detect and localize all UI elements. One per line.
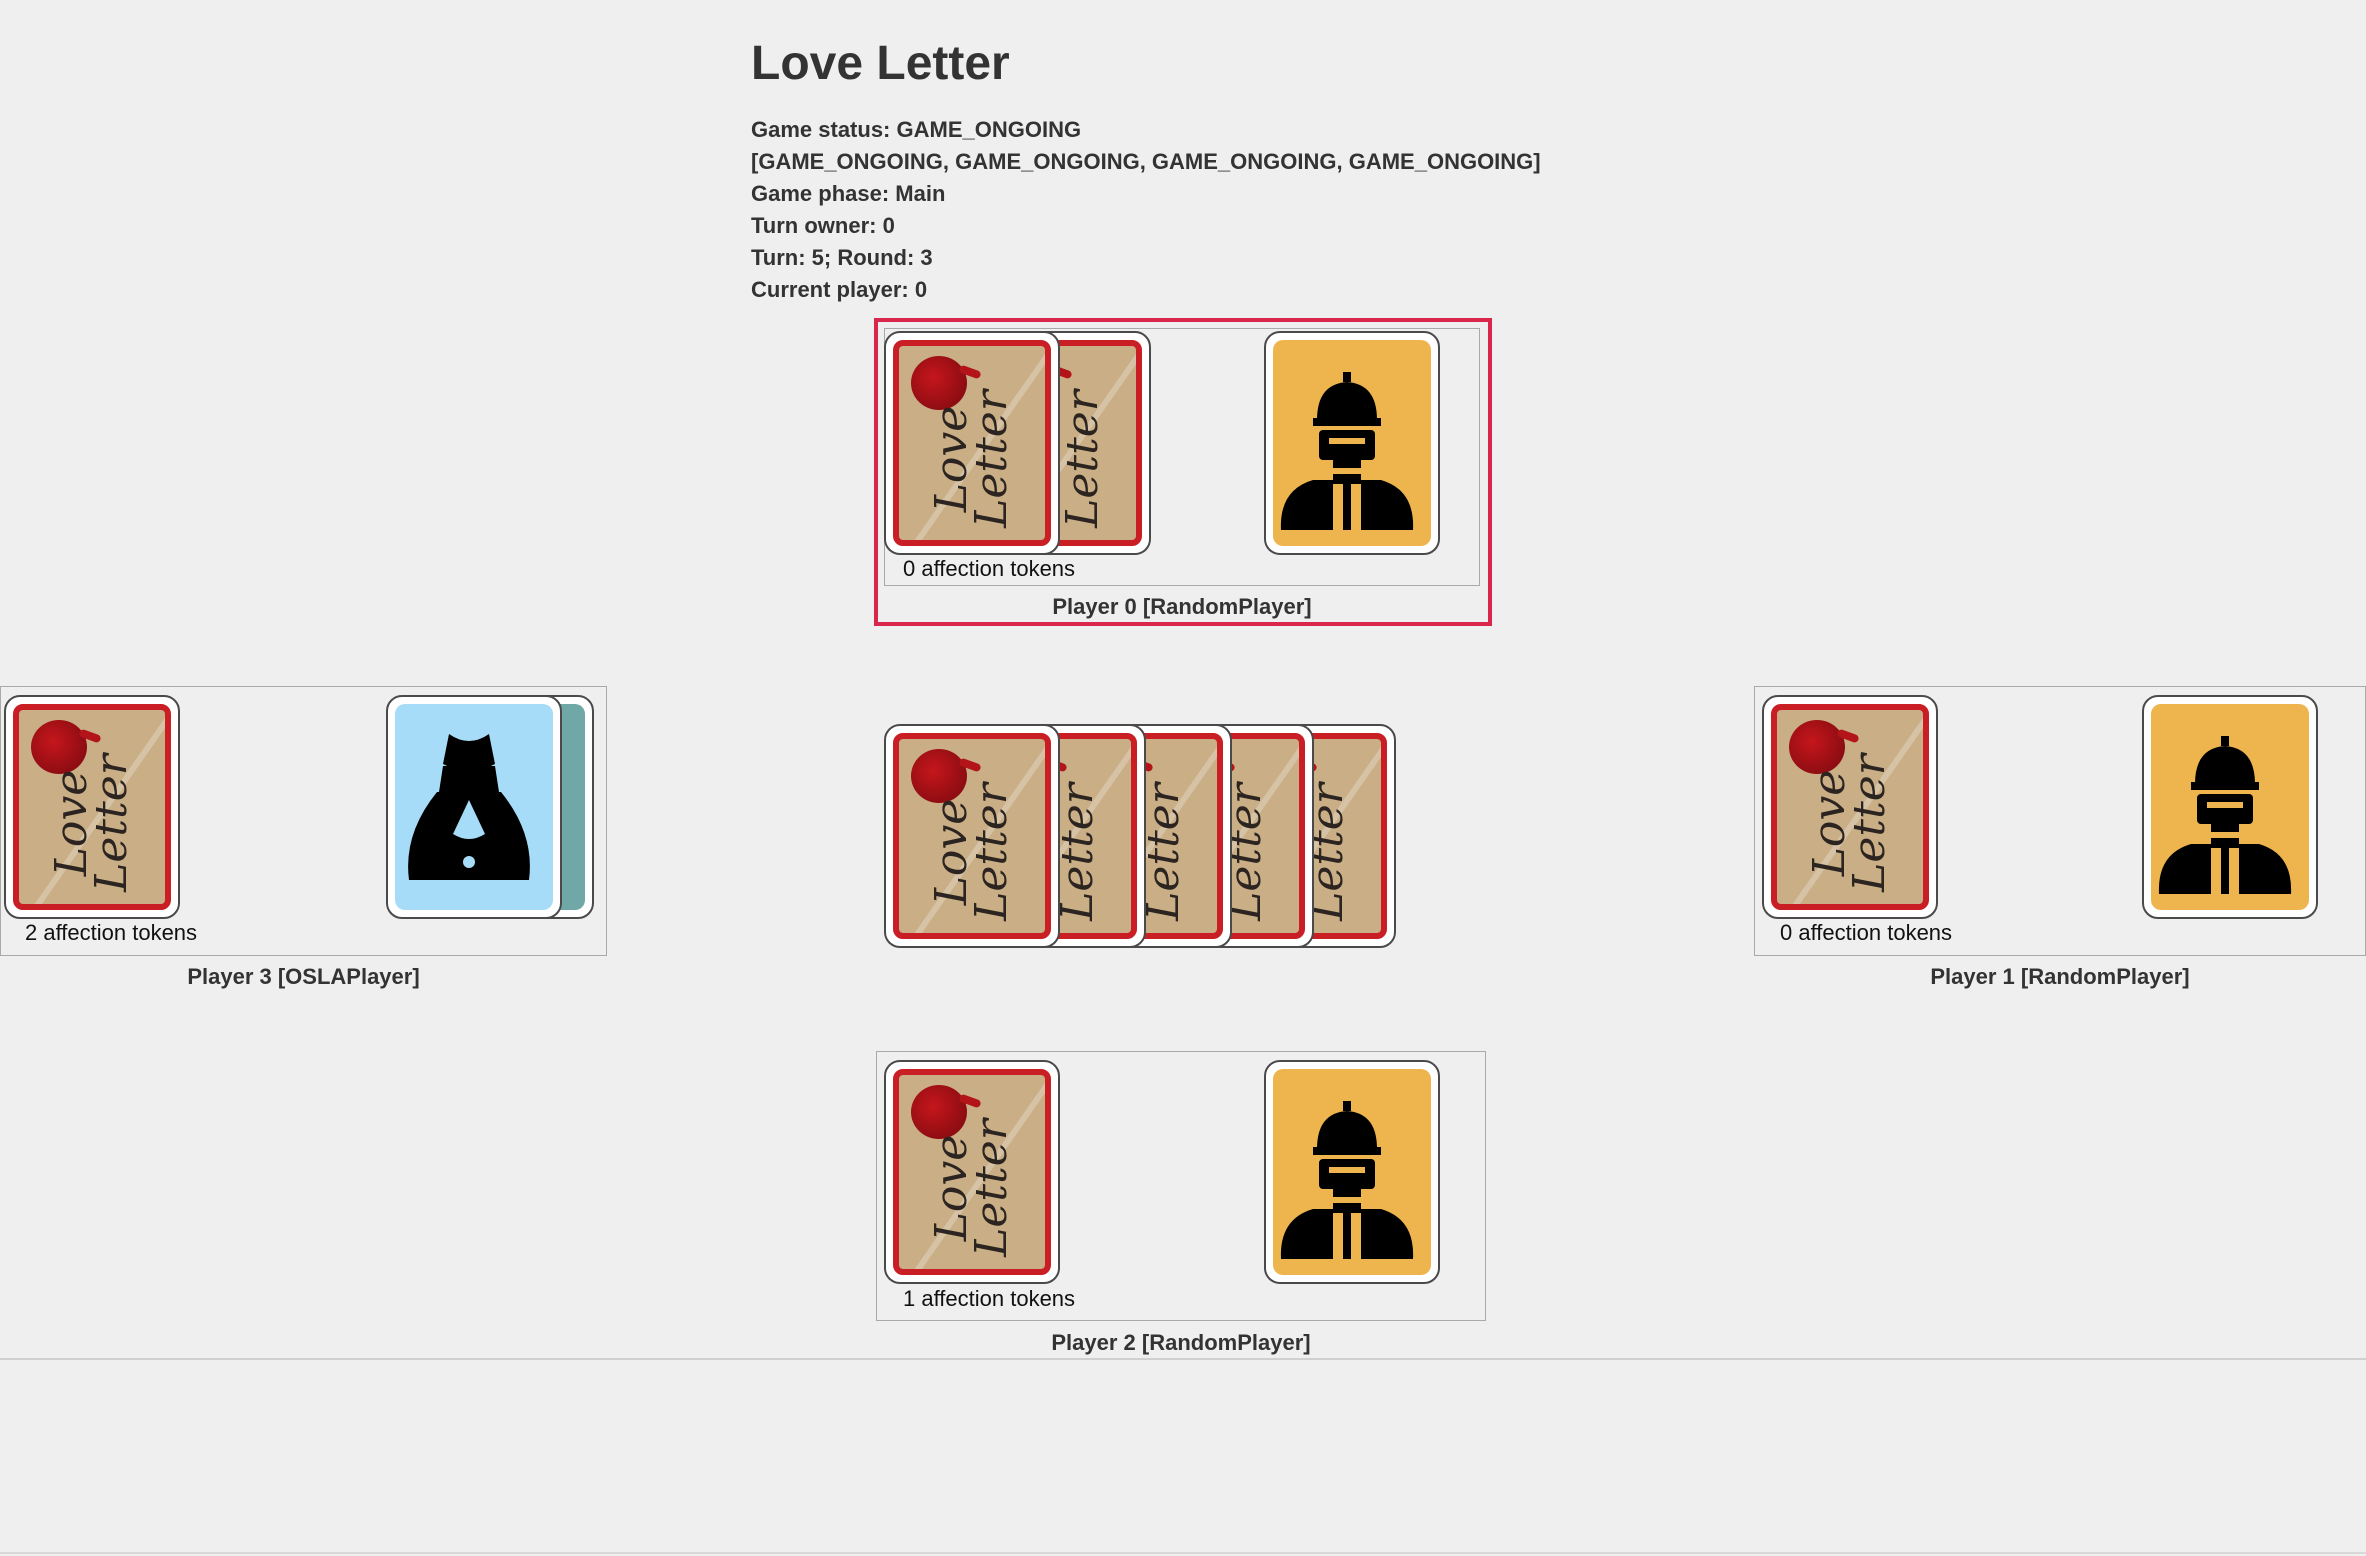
guard-icon: [1280, 372, 1414, 530]
player-3-hand-card[interactable]: Love Letter: [4, 695, 180, 919]
turn-round: Turn: 5; Round: 3: [751, 245, 933, 270]
player-2-tokens: 1 affection tokens: [903, 1286, 1076, 1311]
player-1-label: Player 1 [RandomPlayer]: [1930, 964, 2190, 989]
divider: [0, 1358, 2366, 1360]
player-1-tokens: 0 affection tokens: [1780, 920, 1953, 945]
current-player: Current player: 0: [751, 277, 928, 302]
player-status-list: [GAME_ONGOING, GAME_ONGOING, GAME_ONGOIN…: [751, 149, 1541, 174]
player-2-label: Player 2 [RandomPlayer]: [1051, 1330, 1311, 1355]
player-1-played-card[interactable]: [2142, 695, 2318, 919]
game-status: Game status: GAME_ONGOING: [751, 117, 1082, 142]
guard-icon: [1280, 1101, 1414, 1259]
player-0-hand-card-1[interactable]: Love Letter: [884, 331, 1060, 555]
draw-pile-card-1[interactable]: Love Letter: [884, 724, 1060, 948]
guard-icon: [2158, 736, 2292, 894]
game-title: Love Letter: [751, 37, 1010, 90]
player-2-hand-card[interactable]: Love Letter: [884, 1060, 1060, 1284]
bottom-border: [0, 1552, 2366, 1554]
turn-owner: Turn owner: 0: [751, 213, 895, 238]
player-2-played-card[interactable]: [1264, 1060, 1440, 1284]
player-3-played-card[interactable]: [386, 695, 562, 919]
player-1-hand-card[interactable]: Love Letter: [1762, 695, 1938, 919]
player-0-played-card[interactable]: [1264, 331, 1440, 555]
player-0-tokens: 0 affection tokens: [903, 556, 1076, 581]
player-3-tokens: 2 affection tokens: [25, 920, 198, 945]
player-3-label: Player 3 [OSLAPlayer]: [187, 964, 420, 989]
princess-dress-icon: [408, 734, 530, 880]
player-0-label: Player 0 [RandomPlayer]: [1052, 594, 1312, 619]
game-phase: Game phase: Main: [751, 181, 946, 206]
